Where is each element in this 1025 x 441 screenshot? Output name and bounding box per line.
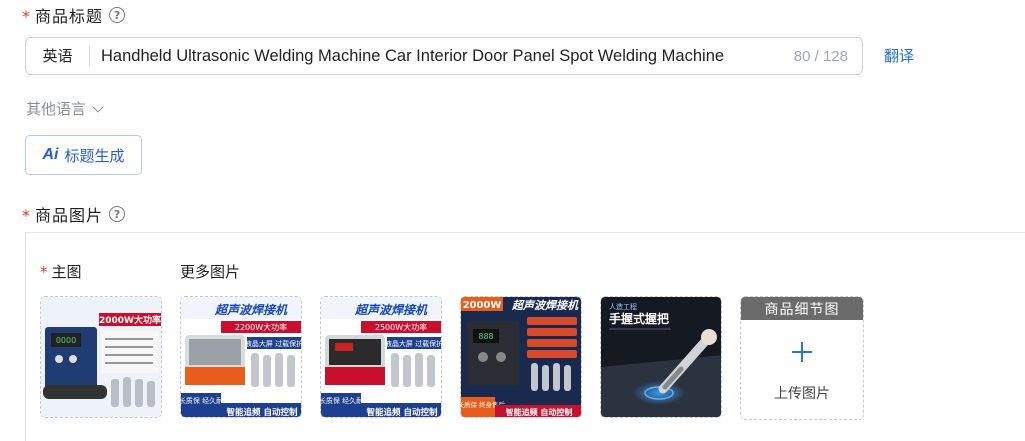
main-image-thumbnail[interactable]: 2000W大功率 0000	[40, 296, 162, 418]
chevron-down-icon	[92, 100, 104, 113]
thumb-title: 超声波焊接机	[354, 303, 428, 317]
character-counter: 80 / 128	[793, 47, 848, 65]
product-images-label-row: * 商品图片 ?	[22, 203, 126, 225]
more-image-thumbnail[interactable]: 人造工程 手握式握把	[600, 296, 722, 418]
thumb-title: 超声波焊接机	[214, 303, 288, 317]
thumb-note: 液晶大屏 过载保护	[245, 339, 302, 348]
upload-image-label: 上传图片	[774, 386, 830, 402]
thumb-banner: 2500W大功率	[375, 322, 427, 332]
other-languages-label: 其他语言	[26, 100, 87, 118]
other-languages-toggle[interactable]: 其他语言	[26, 98, 104, 119]
help-icon[interactable]: ?	[109, 206, 126, 222]
more-images-label: 更多图片	[180, 263, 241, 281]
thumb-banner: 2000W	[463, 300, 502, 311]
thumb-small: 人造工程	[609, 302, 637, 311]
thumb-banner: 2000W大功率	[99, 314, 161, 326]
translate-link[interactable]: 翻译	[884, 45, 914, 66]
product-title-input[interactable]: 英语 Handheld Ultrasonic Welding Machine C…	[25, 37, 863, 75]
more-image-thumbnail[interactable]: 超声波焊接机 2500W大功率 液晶大屏 过载保护 超长质保 经久耐用 智能追频…	[320, 296, 442, 418]
thumb-title: 手握式握把	[609, 311, 669, 326]
thumb-note: 液晶大屏 过载保护	[385, 339, 442, 348]
more-image-thumbnail[interactable]: 2000W 超声波焊接机 888 超长质保 终身售后 智能追频 自动控制	[460, 296, 582, 418]
product-title-value[interactable]: Handheld Ultrasonic Welding Machine Car …	[101, 47, 794, 66]
thumb-banner: 2200W大功率	[235, 322, 287, 332]
language-tag: 英语	[26, 46, 90, 66]
thumb-foot2: 智能追频 自动控制	[366, 407, 438, 418]
ai-icon: Ai	[42, 146, 59, 163]
product-images-label: 商品图片	[35, 206, 104, 225]
thumb-foot2: 智能追频 自动控制	[506, 407, 573, 417]
plus-icon	[791, 341, 813, 363]
thumb-title: 超声波焊接机	[511, 299, 579, 312]
ai-title-generate-button[interactable]: Ai 标题生成	[25, 135, 142, 175]
required-marker: *	[22, 7, 30, 26]
svg-text:0000: 0000	[56, 336, 76, 345]
main-image-label: * 主图	[40, 261, 82, 282]
upload-image-button[interactable]: 商品细节图 上传图片	[740, 296, 864, 420]
product-title-label: 商品标题	[35, 7, 104, 26]
required-marker: *	[22, 206, 30, 225]
help-icon[interactable]: ?	[109, 7, 126, 23]
required-marker: *	[40, 263, 48, 281]
thumb-foot2: 智能追频 自动控制	[226, 407, 298, 418]
product-title-label-row: * 商品标题 ?	[22, 4, 126, 26]
more-image-thumbnail[interactable]: 超声波焊接机 2200W大功率 液晶大屏 过载保护 超长质保 经久耐用 智能追频…	[180, 296, 302, 418]
ai-title-generate-label: 标题生成	[64, 146, 125, 165]
detail-image-header: 商品细节图	[741, 297, 863, 320]
svg-text:888: 888	[478, 332, 493, 341]
